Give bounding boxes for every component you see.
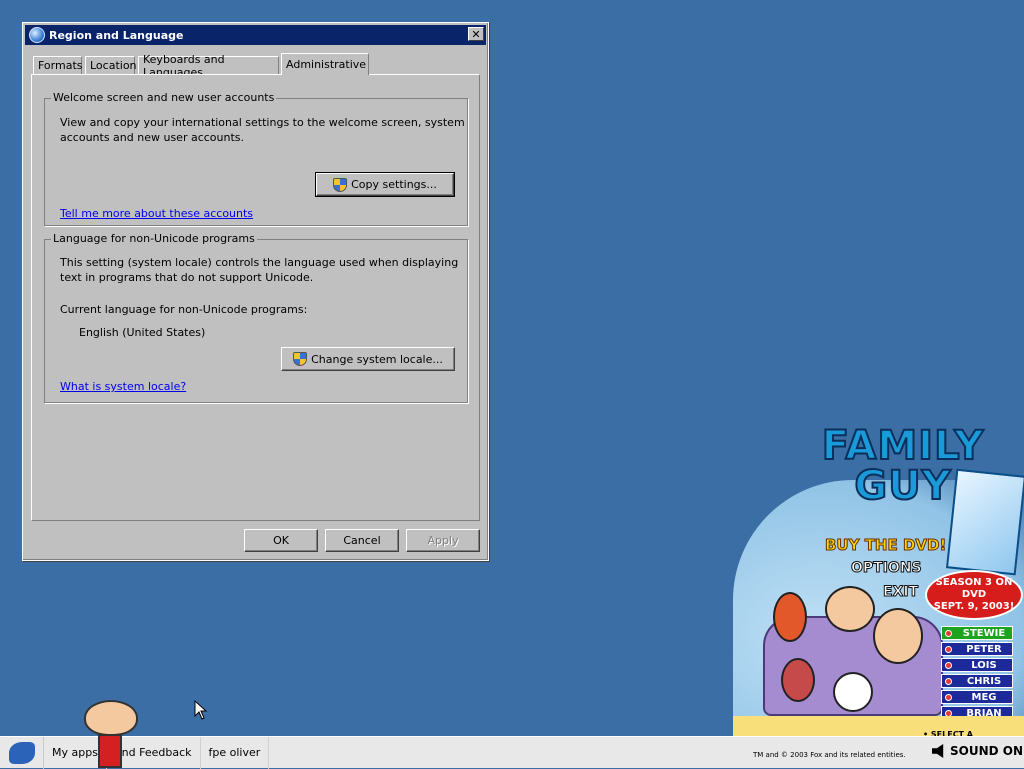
stewie-head xyxy=(84,700,138,736)
welcome-description-line1: View and copy your international setting… xyxy=(60,116,465,129)
globe-icon xyxy=(29,27,45,43)
lois-illustration xyxy=(773,592,807,642)
non-unicode-group: Language for non-Unicode programs This s… xyxy=(44,232,468,403)
family-guy-copyright: TM and © 2003 Fox and its related entiti… xyxy=(753,751,906,759)
character-stewie[interactable]: STEWIE xyxy=(941,626,1013,640)
meg-illustration xyxy=(781,658,815,702)
character-list: STEWIE PETER LOIS CHRIS MEG BRIAN xyxy=(941,626,1013,722)
sound-label: SOUND ON xyxy=(950,744,1024,758)
group-title-non-unicode: Language for non-Unicode programs xyxy=(51,232,257,245)
stewie-body xyxy=(98,734,122,768)
tab-formats[interactable]: Formats xyxy=(33,56,83,75)
tab-panel-administrative: Welcome screen and new user accounts Vie… xyxy=(31,74,480,521)
current-language-value: English (United States) xyxy=(79,326,206,339)
current-language-label: Current language for non-Unicode program… xyxy=(60,303,308,316)
tab-keyboards-languages[interactable]: Keyboards and Languages xyxy=(138,53,279,79)
welcome-description-line2: accounts and new user accounts. xyxy=(60,131,245,144)
change-system-locale-button[interactable]: Change system locale... xyxy=(281,347,455,371)
dialog-title: Region and Language xyxy=(49,28,184,42)
close-button[interactable]: ✕ xyxy=(468,27,484,41)
ok-button[interactable]: OK xyxy=(244,529,318,552)
bullet-icon xyxy=(945,693,952,701)
bullet-icon xyxy=(945,661,952,669)
accounts-help-link[interactable]: Tell me more about these accounts xyxy=(60,207,253,220)
apply-button[interactable]: Apply xyxy=(406,529,480,552)
stewie-sticker xyxy=(82,700,138,768)
cancel-button[interactable]: Cancel xyxy=(325,529,399,552)
character-peter[interactable]: PETER xyxy=(941,642,1013,656)
copy-settings-button[interactable]: Copy settings... xyxy=(315,172,455,197)
bullet-icon xyxy=(945,629,952,637)
season-line2: SEPT. 9, 2003! xyxy=(933,601,1015,612)
shield-icon xyxy=(293,352,308,366)
change-locale-label: Change system locale... xyxy=(311,352,443,366)
system-locale-help-link[interactable]: What is system locale? xyxy=(60,380,186,393)
region-language-dialog: Region and Language ✕ Formats Location K… xyxy=(22,22,489,561)
character-lois[interactable]: LOIS xyxy=(941,658,1013,672)
options-button[interactable]: OPTIONS xyxy=(851,560,923,577)
tab-location[interactable]: Location xyxy=(85,56,137,75)
brian-illustration xyxy=(833,672,873,712)
taskbar-fpe-oliver[interactable]: fpe oliver xyxy=(201,736,270,769)
dvd-box-image xyxy=(945,468,1024,576)
peter-illustration xyxy=(825,586,875,632)
start-logo-icon xyxy=(8,741,35,764)
copy-settings-label: Copy settings... xyxy=(351,178,437,191)
locale-description-line1: This setting (system locale) controls th… xyxy=(60,256,459,269)
locale-description-line2: text in programs that do not support Uni… xyxy=(60,271,314,284)
bullet-icon xyxy=(945,677,952,685)
character-chris[interactable]: CHRIS xyxy=(941,674,1013,688)
buy-dvd-button[interactable]: BUY THE DVD! xyxy=(824,536,946,555)
speaker-icon xyxy=(932,744,944,758)
sound-toggle[interactable]: SOUND ON xyxy=(932,744,1023,758)
exit-button[interactable]: EXIT xyxy=(882,584,918,601)
dialog-titlebar[interactable]: Region and Language ✕ xyxy=(25,25,486,45)
tab-administrative[interactable]: Administrative xyxy=(281,53,369,75)
start-button[interactable] xyxy=(0,736,44,769)
shield-icon xyxy=(333,177,348,192)
group-title-welcome: Welcome screen and new user accounts xyxy=(51,91,277,104)
welcome-screen-group: Welcome screen and new user accounts Vie… xyxy=(44,91,468,226)
season-badge: SEASON 3 ON DVD SEPT. 9, 2003! xyxy=(925,570,1023,620)
chris-illustration xyxy=(873,608,923,664)
season-line1: SEASON 3 ON DVD xyxy=(935,577,1013,600)
family-guy-banner: FAMILY GUY BUY THE DVD! OPTIONS EXIT SEA… xyxy=(733,420,1024,748)
character-meg[interactable]: MEG xyxy=(941,690,1013,704)
bullet-icon xyxy=(945,645,952,653)
mouse-cursor-icon xyxy=(194,700,208,720)
